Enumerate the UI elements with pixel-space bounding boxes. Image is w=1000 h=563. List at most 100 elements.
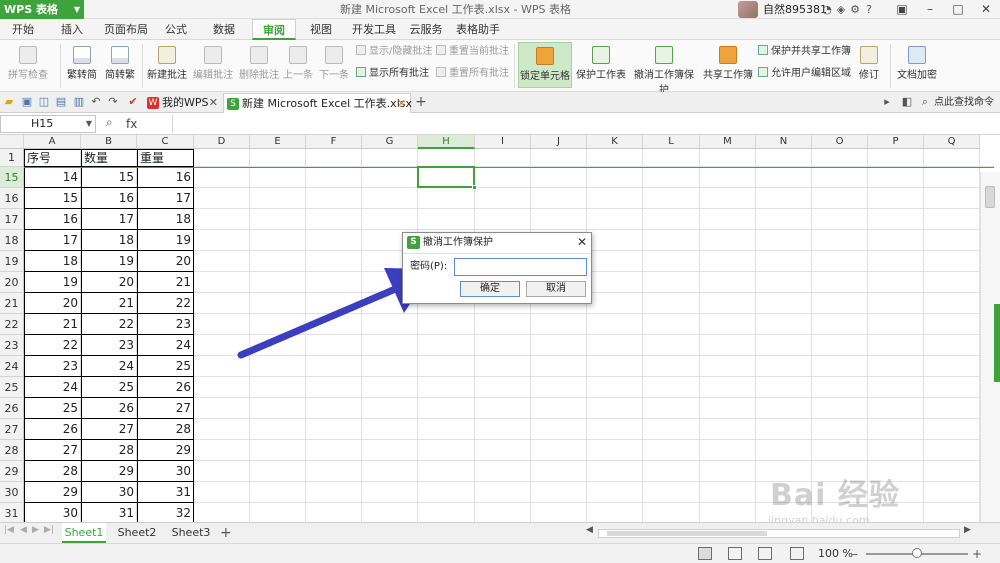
show-all-comments-button[interactable]: 显示所有批注	[356, 66, 429, 82]
row-header[interactable]: 16	[0, 188, 24, 209]
command-search[interactable]: 点此查找命令	[934, 92, 994, 113]
table-cell[interactable]: 24	[24, 377, 81, 398]
row-header[interactable]: 29	[0, 461, 24, 482]
zoom-slider-knob[interactable]	[912, 548, 922, 558]
row-header[interactable]: 1	[0, 149, 24, 167]
table-cell[interactable]: 20	[81, 272, 137, 293]
fx-button[interactable]: fx	[126, 115, 137, 133]
reset-current-comment-button[interactable]: 重置当前批注	[436, 44, 509, 60]
new-comment-button[interactable]: 新建批注	[146, 42, 188, 88]
table-cell[interactable]: 32	[137, 503, 194, 522]
table-cell[interactable]: 25	[24, 398, 81, 419]
undo-icon[interactable]: ↶	[89, 95, 103, 109]
print-preview-icon[interactable]: ◫	[37, 95, 51, 109]
scroll-thumb[interactable]	[985, 186, 995, 208]
maximize-icon[interactable]: □	[944, 0, 972, 19]
table-cell[interactable]: 18	[137, 209, 194, 230]
column-header[interactable]: I	[475, 135, 531, 149]
minimize-icon[interactable]: –	[916, 0, 944, 19]
customize-toolbar-icon[interactable]: ✔	[126, 95, 140, 109]
table-cell[interactable]: 30	[24, 503, 81, 522]
table-cell[interactable]: 27	[24, 440, 81, 461]
trad-to-simp-button[interactable]: 繁转简	[64, 42, 100, 88]
active-cell[interactable]	[417, 166, 477, 190]
new-tab-icon[interactable]: +	[414, 95, 428, 109]
print-icon[interactable]: ▤	[54, 95, 68, 109]
restore-window-icon[interactable]: ▣	[888, 0, 916, 19]
column-header[interactable]: D	[194, 135, 250, 149]
zoom-slider[interactable]	[866, 548, 968, 558]
column-header[interactable]: J	[531, 135, 587, 149]
menu-developer[interactable]: 开发工具	[348, 19, 400, 40]
next-comment-button[interactable]: 下一条	[318, 42, 350, 88]
spell-check-button[interactable]: 拼写检查	[2, 42, 54, 88]
first-sheet-icon[interactable]: |◀	[4, 525, 14, 535]
scroll-left-icon[interactable]: ◀	[586, 525, 593, 535]
table-cell[interactable]: 26	[24, 419, 81, 440]
table-cell[interactable]: 16	[137, 167, 194, 188]
table-cell[interactable]: 24	[81, 356, 137, 377]
table-cell[interactable]: 24	[137, 335, 194, 356]
protect-and-share-button[interactable]: 保护并共享工作簿	[758, 44, 851, 60]
table-cell[interactable]: 30	[137, 461, 194, 482]
table-cell[interactable]: 21	[137, 272, 194, 293]
column-header[interactable]: A	[24, 135, 81, 149]
table-cell[interactable]: 29	[24, 482, 81, 503]
menu-home[interactable]: 开始	[6, 19, 40, 40]
row-header[interactable]: 15	[0, 167, 24, 188]
table-cell[interactable]: 28	[137, 419, 194, 440]
skin-icon[interactable]: ◔	[820, 0, 834, 19]
ok-button[interactable]: 确定	[460, 281, 520, 297]
column-header[interactable]: O	[812, 135, 868, 149]
column-header[interactable]: M	[700, 135, 756, 149]
track-changes-button[interactable]: 修订	[852, 42, 886, 88]
zoom-level[interactable]: 100 %	[818, 544, 853, 563]
horizontal-scrollbar[interactable]	[598, 529, 960, 538]
column-header[interactable]: N	[756, 135, 812, 149]
menu-insert[interactable]: 插入	[52, 19, 92, 40]
table-cell[interactable]: 17	[24, 230, 81, 251]
cancel-button[interactable]: 取消	[526, 281, 586, 297]
row-header[interactable]: 20	[0, 272, 24, 293]
edit-comment-button[interactable]: 编辑批注	[192, 42, 234, 88]
show-hide-comment-button[interactable]: 显示/隐藏批注	[356, 44, 432, 60]
table-cell[interactable]: 23	[137, 314, 194, 335]
export-icon[interactable]: ▥	[72, 95, 86, 109]
close-tab-icon[interactable]: ✕	[209, 93, 218, 112]
table-cell[interactable]: 19	[24, 272, 81, 293]
table-cell[interactable]: 15	[24, 188, 81, 209]
column-header[interactable]: L	[643, 135, 700, 149]
column-header[interactable]: F	[306, 135, 362, 149]
column-header[interactable]: K	[587, 135, 643, 149]
table-cell[interactable]: 19	[81, 251, 137, 272]
row-header[interactable]: 30	[0, 482, 24, 503]
table-cell[interactable]: 22	[137, 293, 194, 314]
table-cell[interactable]: 16	[24, 209, 81, 230]
table-cell[interactable]: 16	[81, 188, 137, 209]
table-cell[interactable]: 19	[137, 230, 194, 251]
share-workbook-button[interactable]: 共享工作簿	[702, 42, 754, 88]
reset-all-comments-button[interactable]: 重置所有批注	[436, 66, 509, 82]
spreadsheet-grid[interactable]: A B C D E F G H I J K L M N O P Q 1 序号 数量 重量 15 14 15 16 16 15 16 17…	[0, 135, 994, 522]
row-header[interactable]: 28	[0, 440, 24, 461]
menu-page-layout[interactable]: 页面布局	[100, 19, 152, 40]
table-cell[interactable]: 15	[81, 167, 137, 188]
delete-comment-button[interactable]: 删除批注	[238, 42, 280, 88]
column-title-cell[interactable]: 重量	[137, 149, 194, 167]
prev-comment-button[interactable]: 上一条	[282, 42, 314, 88]
redo-icon[interactable]: ↷	[106, 95, 120, 109]
table-cell[interactable]: 26	[81, 398, 137, 419]
table-cell[interactable]: 30	[81, 482, 137, 503]
row-header[interactable]: 23	[0, 335, 24, 356]
column-title-cell[interactable]: 序号	[24, 149, 81, 167]
sheet-tab-2[interactable]: Sheet2	[114, 523, 160, 543]
row-header[interactable]: 21	[0, 293, 24, 314]
row-header[interactable]: 22	[0, 314, 24, 335]
page-break-view-icon[interactable]	[728, 547, 742, 560]
table-cell[interactable]: 26	[137, 377, 194, 398]
tab-my-wps[interactable]: W 我的WPS ✕	[144, 93, 222, 113]
table-cell[interactable]: 27	[81, 419, 137, 440]
table-cell[interactable]: 14	[24, 167, 81, 188]
zoom-in-icon[interactable]: +	[972, 544, 982, 563]
table-cell[interactable]: 31	[137, 482, 194, 503]
